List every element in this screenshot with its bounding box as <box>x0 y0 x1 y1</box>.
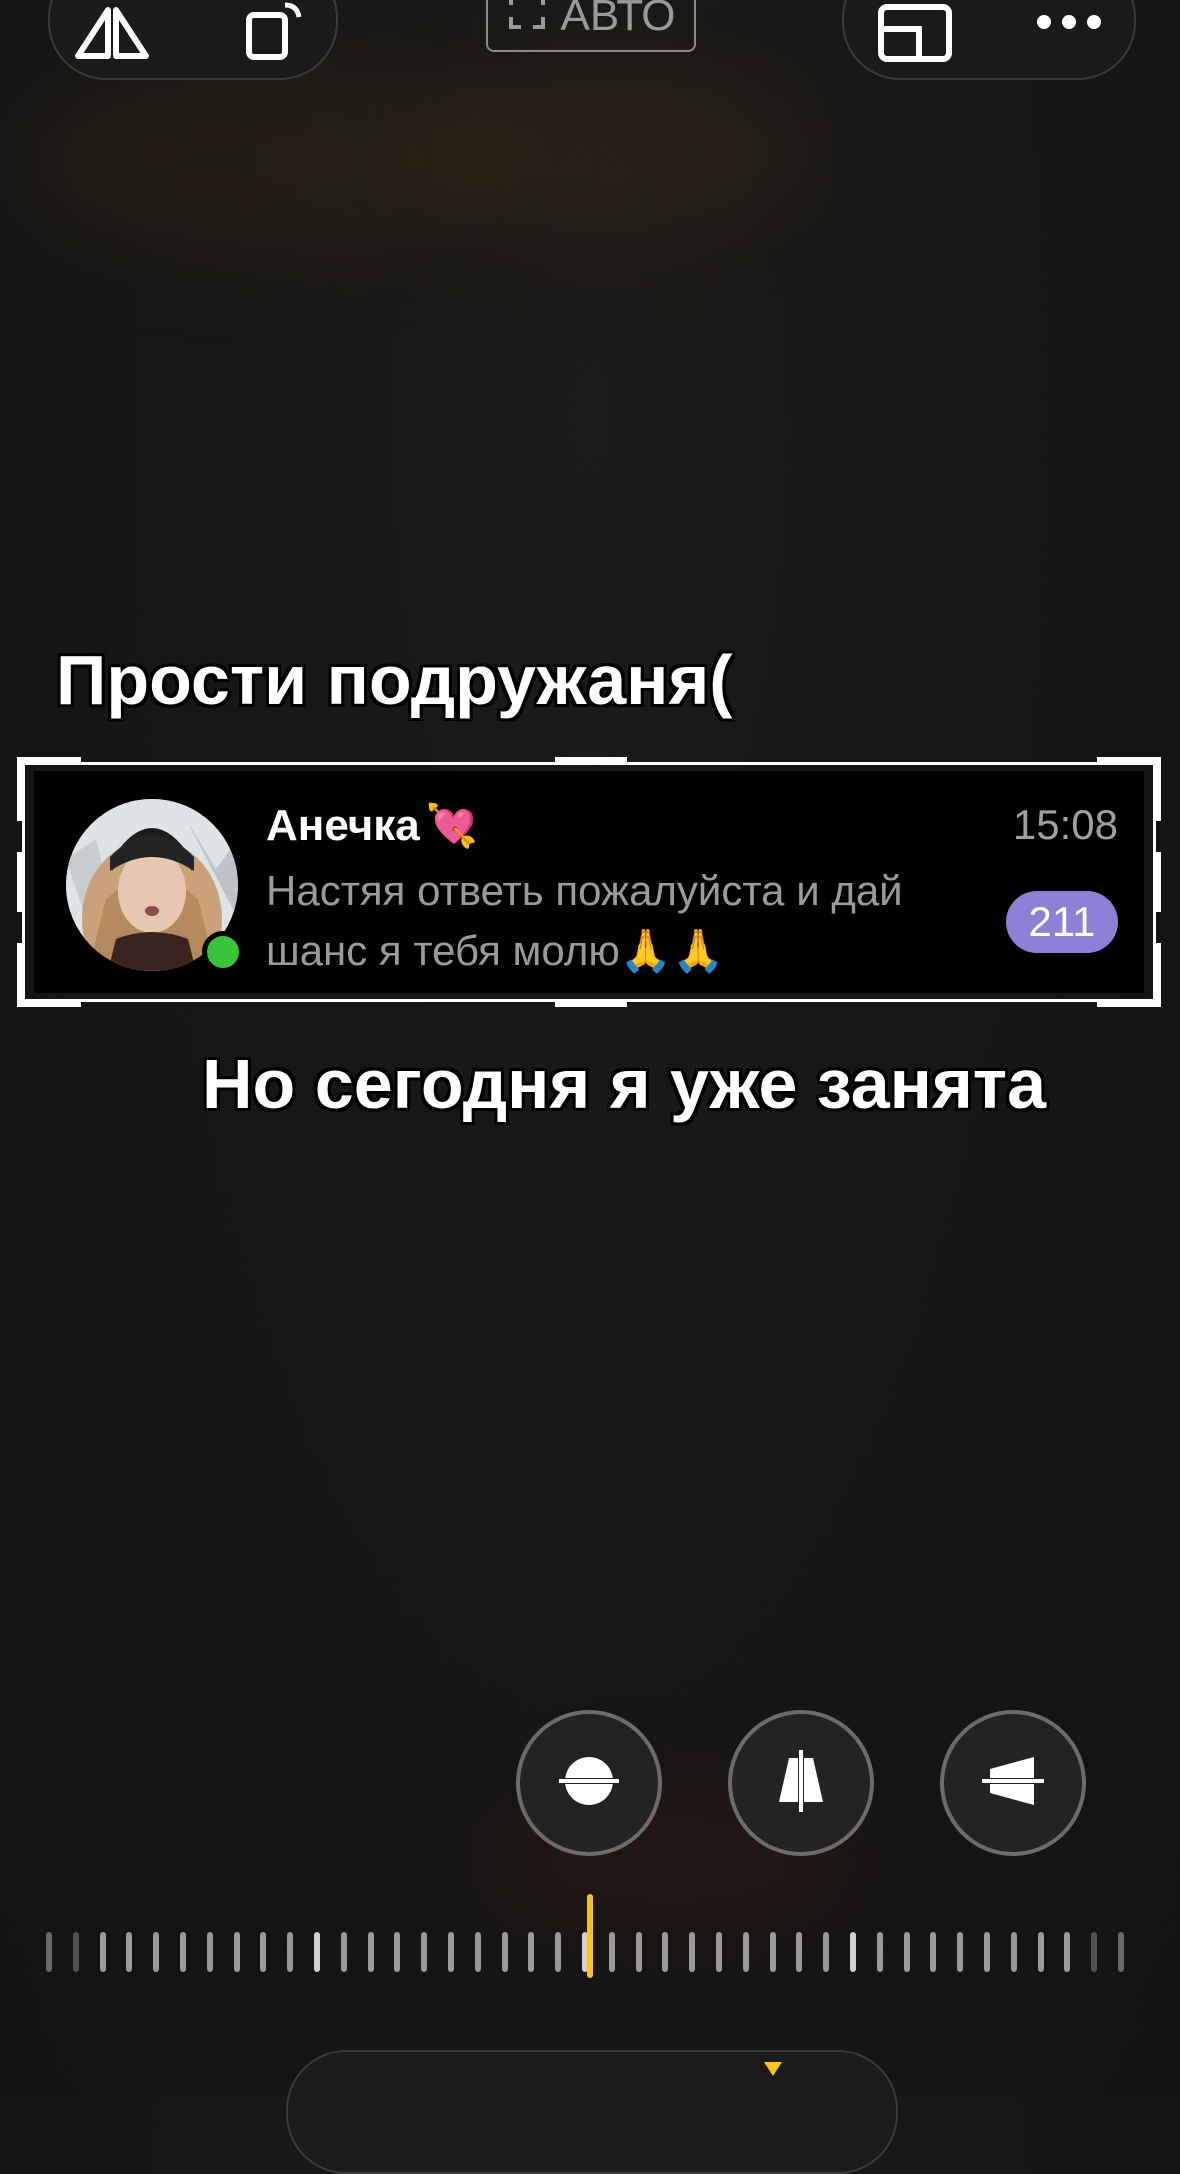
crop-handle-top-right[interactable] <box>1097 757 1161 821</box>
slider-tick <box>99 1932 106 1972</box>
crop-handle-top-left[interactable] <box>17 757 81 821</box>
slider-tick <box>635 1932 642 1972</box>
vertical-perspective-button[interactable] <box>728 1710 874 1856</box>
auto-label: АВТО <box>560 0 676 40</box>
vertical-perspective-icon <box>771 1746 831 1821</box>
slider-tick <box>367 1932 374 1972</box>
slider-tick <box>769 1932 776 1972</box>
slider-tick <box>930 1932 937 1972</box>
contact-name-text: Анечка <box>266 801 420 850</box>
slider-tick <box>501 1932 508 1972</box>
slider-tick <box>126 1932 133 1972</box>
crop-handle-bottom[interactable] <box>555 999 627 1007</box>
more-icon[interactable] <box>1024 0 1114 52</box>
slider-tick <box>394 1932 401 1972</box>
slider-tick <box>474 1932 481 1972</box>
slider-tick <box>876 1932 883 1972</box>
slider-tick <box>662 1932 669 1972</box>
slider-tick <box>72 1932 79 1972</box>
bg-glow <box>420 60 820 240</box>
slider-tick <box>153 1932 160 1972</box>
chat-list-item: Анечка 💘 15:08 Настяя ответь пожалуйста … <box>34 771 1144 993</box>
online-indicator <box>202 931 244 973</box>
slider-tick <box>742 1932 749 1972</box>
message-preview: Настяя ответь пожалуйста и дай шанс я те… <box>266 867 903 974</box>
slider-tick <box>1064 1932 1071 1972</box>
slider-tick <box>448 1932 454 1972</box>
slider-tick <box>233 1932 240 1972</box>
slider-tick <box>287 1932 294 1972</box>
slider-tick <box>180 1932 186 1972</box>
slider-tick <box>528 1932 535 1972</box>
slider-tick <box>1010 1932 1017 1972</box>
auto-button[interactable]: АВТО <box>486 0 696 52</box>
slider-tick <box>608 1932 615 1972</box>
slider-indicator <box>587 1894 593 1978</box>
heart-arrow-emoji: 💘 <box>425 801 479 849</box>
rotate-icon[interactable] <box>232 0 312 72</box>
slider-tick <box>314 1932 320 1972</box>
slider-tick <box>46 1932 52 1972</box>
mode-indicator-arrow <box>764 2062 782 2076</box>
slider-tick <box>716 1932 722 1972</box>
horizontal-perspective-button[interactable] <box>940 1710 1086 1856</box>
slider-tick <box>984 1932 990 1972</box>
contact-name: Анечка 💘 <box>266 801 478 851</box>
crop-handle-top[interactable] <box>555 757 627 765</box>
crop-handle-left[interactable] <box>17 852 25 912</box>
slider-tick <box>260 1932 267 1972</box>
crop-handle-right[interactable] <box>1153 852 1161 912</box>
crop-frame[interactable]: Анечка 💘 15:08 Настяя ответь пожалуйста … <box>17 757 1161 1007</box>
toolbar-right-group <box>842 0 1136 80</box>
slider-tick <box>823 1932 830 1972</box>
slider-tick <box>206 1932 213 1972</box>
slider-tick <box>421 1932 428 1972</box>
crop-frame-icon <box>507 0 547 42</box>
slider-tick <box>555 1932 562 1972</box>
crop-handle-bottom-right[interactable] <box>1097 943 1161 1007</box>
toolbar-left-group <box>48 0 338 80</box>
slider-tick <box>1091 1932 1098 1972</box>
flip-icon[interactable] <box>72 0 152 72</box>
slider-tick <box>1118 1932 1124 1972</box>
straighten-icon <box>551 1751 627 1816</box>
slider-tick <box>850 1932 856 1972</box>
slider-tick <box>903 1932 910 1972</box>
bottom-mode-bar <box>286 2050 898 2174</box>
straighten-button[interactable] <box>516 1710 662 1856</box>
slider-tick <box>957 1932 964 1972</box>
crop-handle-bottom-left[interactable] <box>17 943 81 1007</box>
caption-top: Прости подружаня( <box>56 641 733 719</box>
slider-tick <box>1037 1932 1044 1972</box>
slider-tick <box>340 1932 347 1972</box>
slider-tick <box>796 1932 803 1972</box>
caption-bottom: Но сегодня я уже занята <box>202 1045 1046 1123</box>
horizontal-perspective-icon <box>978 1751 1048 1816</box>
slider-tick <box>689 1932 696 1972</box>
aspect-ratio-icon[interactable] <box>870 0 960 72</box>
